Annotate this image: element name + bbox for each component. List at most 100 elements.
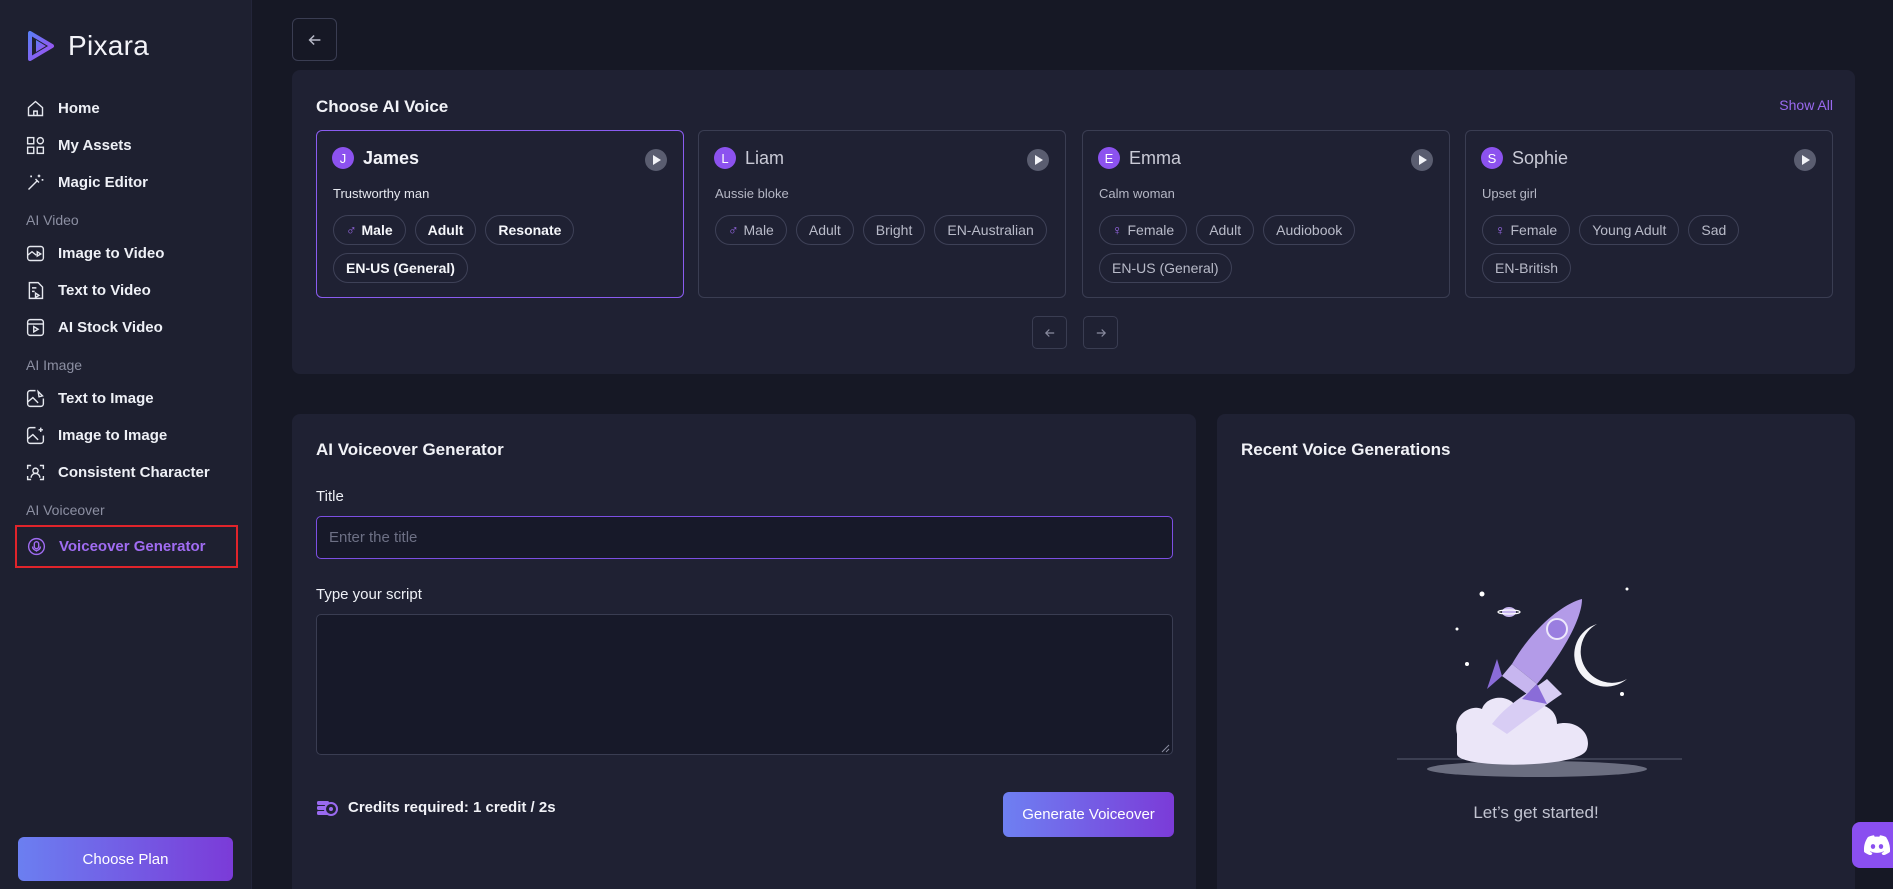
voice-name: James: [363, 147, 420, 168]
tag-locale: EN-British: [1482, 253, 1572, 283]
recent-generations-panel: Recent Voice Generations Let’s get start…: [1217, 414, 1855, 889]
voice-description: Aussie bloke: [715, 186, 789, 201]
female-icon: ♀: [1112, 222, 1123, 238]
generator-title: AI Voiceover Generator: [316, 440, 504, 459]
image-image-icon: [24, 425, 46, 447]
male-icon: ♂: [346, 222, 357, 238]
voice-tags: ♀ Female Adult Audiobook EN-US (General): [1099, 215, 1439, 283]
voice-card-header: L Liam: [714, 147, 784, 169]
tag: Bright: [862, 215, 926, 245]
voice-card-james[interactable]: J James Trustworthy man ♂ Male Adult Reso…: [316, 130, 684, 298]
home-icon: [24, 98, 46, 120]
play-icon[interactable]: [1411, 149, 1433, 171]
script-label: Type your script: [316, 586, 422, 603]
tag-locale: EN-US (General): [333, 253, 468, 283]
text-video-icon: [24, 280, 46, 302]
tag-gender: ♂ Male: [715, 215, 787, 245]
tag: Resonate: [485, 215, 575, 245]
arrow-right-icon: [1096, 328, 1106, 337]
voice-tags: ♂ Male Adult Bright EN-Australian: [715, 215, 1055, 245]
title-label: Title: [316, 488, 344, 505]
sidebar-item-my-assets[interactable]: My Assets: [0, 127, 252, 164]
back-button[interactable]: [292, 18, 337, 61]
voice-card-header: E Emma: [1098, 147, 1181, 169]
tag: Adult: [795, 215, 854, 245]
female-icon: ♀: [1495, 222, 1506, 238]
sidebar-item-magic-editor[interactable]: Magic Editor: [0, 164, 252, 201]
sidebar-item-label: Text to Image: [58, 390, 154, 407]
section-ai-video: AI Video: [26, 212, 79, 228]
logo[interactable]: Pixara: [22, 28, 149, 64]
tag: Audiobook: [1263, 215, 1356, 245]
sidebar-item-label: Home: [58, 100, 100, 117]
choose-voice-panel: Choose AI Voice Show All J James Trustwo…: [292, 70, 1855, 374]
sidebar-item-image-to-video[interactable]: Image to Video: [0, 235, 252, 272]
voice-card-header: J James: [332, 147, 419, 169]
voice-name: Emma: [1129, 147, 1182, 168]
voiceover-generator-panel: AI Voiceover Generator Title Type your s…: [292, 414, 1196, 889]
arrow-left-icon: [308, 34, 320, 45]
sidebar-item-consistent-character[interactable]: Consistent Character: [0, 454, 252, 491]
play-icon[interactable]: [645, 149, 667, 171]
sidebar-item-voiceover-generator[interactable]: Voiceover Generator: [15, 525, 238, 568]
stock-video-icon: [24, 317, 46, 339]
show-all-link[interactable]: Show All: [1779, 97, 1833, 113]
tag-locale: EN-US (General): [1099, 253, 1232, 283]
voice-name: Sophie: [1512, 147, 1569, 168]
credits-info: Credits required: 1 credit / 2s: [316, 798, 556, 816]
sidebar-item-label: Magic Editor: [58, 174, 149, 191]
voice-description: Calm woman: [1099, 186, 1175, 201]
voice-card-sophie[interactable]: S Sophie Upset girl ♀ Female Young Adult …: [1465, 130, 1833, 298]
voice-card-header: S Sophie: [1481, 147, 1568, 169]
voice-description: Trustworthy man: [333, 186, 430, 201]
avatar: L: [714, 147, 736, 169]
sidebar-item-text-to-image[interactable]: Text to Image: [0, 380, 252, 417]
tag: Adult: [414, 215, 477, 245]
script-textarea[interactable]: [316, 614, 1173, 755]
male-icon: ♂: [728, 222, 739, 238]
recent-title: Recent Voice Generations: [1241, 440, 1451, 459]
empty-state-text: Let’s get started!: [1473, 803, 1599, 822]
pixara-logo-icon: [28, 31, 54, 61]
voice-tags: ♀ Female Young Adult Sad EN-British: [1482, 215, 1822, 283]
sidebar-item-text-to-video[interactable]: Text to Video: [0, 272, 252, 309]
play-icon[interactable]: [1794, 149, 1816, 171]
sidebar-item-label: Voiceover Generator: [59, 538, 206, 555]
character-icon: [24, 462, 46, 484]
arrow-left-icon: [1044, 328, 1054, 337]
sidebar-nav: Home My Assets Magic Editor AI Video Ima…: [0, 90, 252, 568]
image-video-icon: [24, 243, 46, 265]
choose-voice-title: Choose AI Voice: [316, 97, 449, 116]
sidebar-item-label: Text to Video: [58, 282, 151, 299]
sidebar: Pixara Home My Assets Magic Editor AI Vi…: [0, 0, 252, 889]
title-input[interactable]: [316, 516, 1173, 559]
sidebar-item-label: Image to Video: [58, 245, 165, 262]
avatar: S: [1481, 147, 1503, 169]
assets-icon: [24, 135, 46, 157]
choose-plan-button[interactable]: Choose Plan: [18, 837, 233, 881]
tag: Young Adult: [1579, 215, 1680, 245]
voice-card-liam[interactable]: L Liam Aussie bloke ♂ Male Adult Bright E…: [698, 130, 1066, 298]
discord-icon: [1864, 835, 1890, 855]
avatar: J: [332, 147, 354, 169]
tag-locale: EN-Australian: [934, 215, 1047, 245]
voice-tags: ♂ Male Adult Resonate EN-US (General): [333, 215, 673, 283]
sidebar-item-ai-stock-video[interactable]: AI Stock Video: [0, 309, 252, 346]
previous-page-button[interactable]: [1032, 316, 1067, 349]
magic-wand-icon: [24, 172, 46, 194]
sidebar-item-label: Image to Image: [58, 427, 168, 444]
avatar: E: [1098, 147, 1120, 169]
voice-card-emma[interactable]: E Emma Calm woman ♀ Female Adult Audioboo…: [1082, 130, 1450, 298]
sidebar-item-home[interactable]: Home: [0, 90, 252, 127]
tag: Sad: [1688, 215, 1740, 245]
next-page-button[interactable]: [1083, 316, 1118, 349]
sidebar-item-image-to-image[interactable]: Image to Image: [0, 417, 252, 454]
play-icon[interactable]: [1027, 149, 1049, 171]
discord-button[interactable]: [1852, 822, 1893, 868]
rocket-illustration: [1397, 587, 1682, 777]
generate-voiceover-button[interactable]: Generate Voiceover: [1003, 792, 1174, 837]
resize-grip-icon[interactable]: [1161, 744, 1170, 753]
coins-icon: [317, 801, 338, 816]
app-name: Pixara: [68, 30, 150, 61]
text-image-icon: [24, 388, 46, 410]
